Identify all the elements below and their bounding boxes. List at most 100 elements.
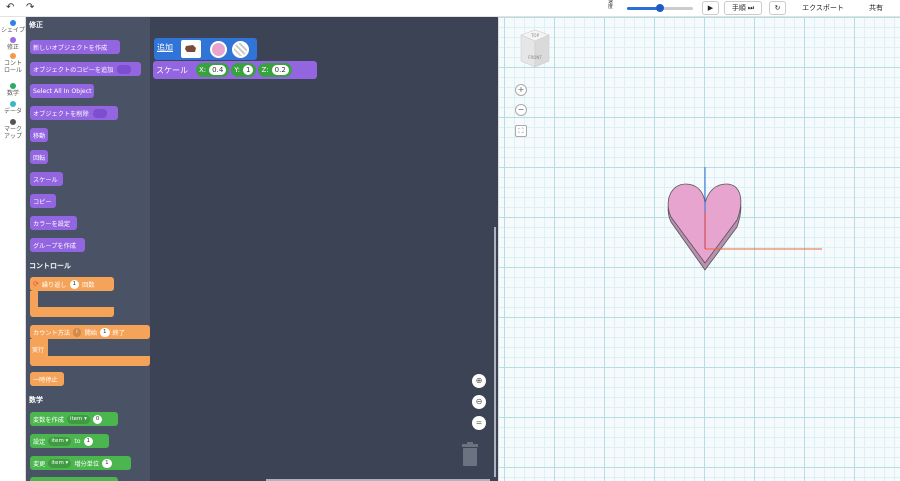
play-button[interactable]: ▶ bbox=[702, 1, 719, 15]
block-rotate[interactable]: 回転 bbox=[30, 150, 48, 164]
repeat-count-input[interactable]: 1 bbox=[69, 279, 80, 289]
code-workspace[interactable]: 追加 スケール X: 0.4 Y: 1 Z: 0.2 ⊕ ⊖ = bbox=[150, 17, 498, 481]
view-cube-top-label: TOP bbox=[530, 33, 540, 38]
share-label: 共有 bbox=[869, 4, 883, 12]
step-button[interactable]: 手順 ⏭ bbox=[724, 1, 762, 15]
axis-label: X: bbox=[199, 66, 207, 74]
variable-dropdown[interactable]: item ▾ bbox=[66, 414, 90, 424]
top-toolbar: ↶ ↷ 速度 ▶ 手順 ⏭ ↻ エクスポート 共有 bbox=[0, 0, 900, 17]
block-set-color[interactable]: カラーを設定 bbox=[30, 216, 77, 230]
export-label: エクスポート bbox=[802, 4, 844, 12]
block-label: 繰り返し bbox=[41, 281, 67, 289]
palette-heading-modify: 修正 bbox=[29, 21, 43, 29]
color-swatch[interactable] bbox=[210, 41, 227, 58]
block-math-partial[interactable] bbox=[30, 477, 118, 481]
variable-dropdown[interactable]: item ▾ bbox=[48, 436, 72, 446]
block-label: 移動 bbox=[33, 132, 46, 140]
block-new-object[interactable]: 新しいオブジェクトを作成 bbox=[30, 40, 120, 54]
viewport-fit-button[interactable]: ⛶ bbox=[515, 125, 527, 137]
share-button[interactable]: 共有 bbox=[860, 1, 892, 15]
variable-value-input[interactable]: 0 bbox=[92, 414, 103, 424]
viewport-zoom-out-button[interactable]: − bbox=[515, 104, 527, 116]
block-label: オブジェクトを削除 bbox=[33, 110, 89, 118]
step-label: 手順 bbox=[731, 4, 746, 12]
speed-slider[interactable] bbox=[627, 4, 693, 12]
block-label: 新しいオブジェクトを作成 bbox=[33, 44, 108, 52]
block-create-group[interactable]: グループを作成 bbox=[30, 238, 85, 252]
change-value-input[interactable]: 1 bbox=[102, 458, 112, 468]
block-label: オブジェクトのコピーを追加 bbox=[33, 66, 114, 74]
block-select-all[interactable]: Select All In Object bbox=[30, 84, 94, 98]
block-label: 回数 bbox=[82, 281, 95, 289]
block-change-variable[interactable]: 変更 item ▾ 増分単位 1 bbox=[30, 456, 131, 470]
block-label: 終了 bbox=[112, 329, 125, 337]
block-set-variable[interactable]: 設定 item ▾ to 1 bbox=[30, 434, 109, 448]
count-var-dropdown[interactable]: i bbox=[73, 327, 81, 337]
hole-swatch[interactable] bbox=[232, 41, 249, 58]
category-label: 修正 bbox=[6, 44, 19, 51]
block-label: 回転 bbox=[33, 154, 46, 162]
block-copy[interactable]: コピー bbox=[30, 194, 56, 208]
variable-name: item bbox=[51, 437, 64, 444]
block-add-copy[interactable]: オブジェクトのコピーを追加 bbox=[30, 62, 141, 76]
scale-z-field: Z: 0.2 bbox=[258, 63, 292, 77]
export-button[interactable]: エクスポート bbox=[794, 1, 852, 15]
category-shapes[interactable]: シェイプ bbox=[0, 20, 26, 34]
heart-3d-object[interactable] bbox=[664, 167, 824, 312]
block-label: 一時停止 bbox=[33, 376, 58, 384]
category-data[interactable]: データ bbox=[0, 101, 26, 115]
category-dot-icon bbox=[10, 53, 16, 59]
shape-thumbnail[interactable] bbox=[181, 40, 201, 58]
set-value-input[interactable]: 1 bbox=[83, 436, 94, 446]
variable-name: item bbox=[51, 459, 64, 466]
block-pause[interactable]: 一時停止 bbox=[30, 372, 64, 386]
speed-slider-knob[interactable] bbox=[656, 4, 664, 12]
zoom-out-button[interactable]: ⊖ bbox=[472, 395, 486, 409]
palette-heading-control: コントロール bbox=[29, 262, 71, 270]
block-repeat[interactable]: ⟳ 繰り返し 1 回数 bbox=[30, 277, 114, 321]
category-modify[interactable]: 修正 bbox=[0, 37, 26, 51]
fit-view-icon: ⛶ bbox=[518, 127, 524, 135]
block-move[interactable]: 移動 bbox=[30, 128, 48, 142]
scale-y-input[interactable]: 1 bbox=[243, 65, 254, 75]
category-label: データ bbox=[3, 108, 22, 115]
block-scale[interactable]: スケール bbox=[30, 172, 63, 186]
variable-dropdown[interactable]: item ▾ bbox=[48, 458, 72, 468]
block-label: 開始 bbox=[84, 329, 98, 337]
play-icon: ▶ bbox=[707, 4, 714, 12]
block-repeat-head: ⟳ 繰り返し 1 回数 bbox=[30, 277, 114, 291]
trash-icon[interactable] bbox=[461, 442, 479, 466]
zoom-in-button[interactable]: ⊕ bbox=[472, 374, 486, 388]
scale-z-input[interactable]: 0.2 bbox=[271, 65, 289, 75]
view-cube-front-label: FRONT bbox=[528, 55, 542, 60]
category-math[interactable]: 数学 bbox=[0, 83, 26, 97]
redo-icon[interactable]: ↷ bbox=[26, 2, 34, 13]
palette-heading-math: 数学 bbox=[29, 396, 43, 404]
view-cube-icon[interactable]: TOP FRONT bbox=[517, 29, 553, 69]
minus-icon: − bbox=[517, 105, 525, 114]
undo-icon[interactable]: ↶ bbox=[6, 2, 14, 13]
category-markup[interactable]: マークアップ bbox=[0, 119, 26, 140]
block-count[interactable]: カウント方法 i 開始 1 終了 実行 bbox=[30, 325, 150, 369]
block-create-variable[interactable]: 変数を作成 item ▾ 0 bbox=[30, 412, 118, 426]
zoom-reset-button[interactable]: = bbox=[472, 416, 486, 430]
scale-x-input[interactable]: 0.4 bbox=[209, 65, 227, 75]
category-control[interactable]: コントロール bbox=[0, 53, 26, 74]
scale-x-field: X: 0.4 bbox=[196, 63, 230, 77]
block-delete-object[interactable]: オブジェクトを削除 bbox=[30, 106, 118, 120]
3d-viewport[interactable]: TOP FRONT + − ⛶ bbox=[498, 17, 900, 481]
workspace-scrollbar-vertical[interactable] bbox=[494, 227, 496, 477]
category-label: 数学 bbox=[6, 90, 19, 97]
category-label: コントロール bbox=[3, 60, 22, 74]
zoom-in-icon: ⊕ bbox=[475, 376, 483, 385]
category-dot-icon bbox=[10, 20, 16, 26]
category-dot-icon bbox=[10, 83, 16, 89]
reset-button[interactable]: ↻ bbox=[769, 1, 786, 15]
count-start-input[interactable]: 1 bbox=[100, 327, 110, 337]
viewport-zoom-in-button[interactable]: + bbox=[515, 84, 527, 96]
block-label: スケール bbox=[156, 65, 188, 75]
block-slot bbox=[92, 108, 107, 118]
block-scale-instance[interactable]: スケール X: 0.4 Y: 1 Z: 0.2 bbox=[153, 61, 317, 79]
category-dot-icon bbox=[10, 119, 16, 125]
block-add-shape[interactable]: 追加 bbox=[154, 38, 257, 60]
